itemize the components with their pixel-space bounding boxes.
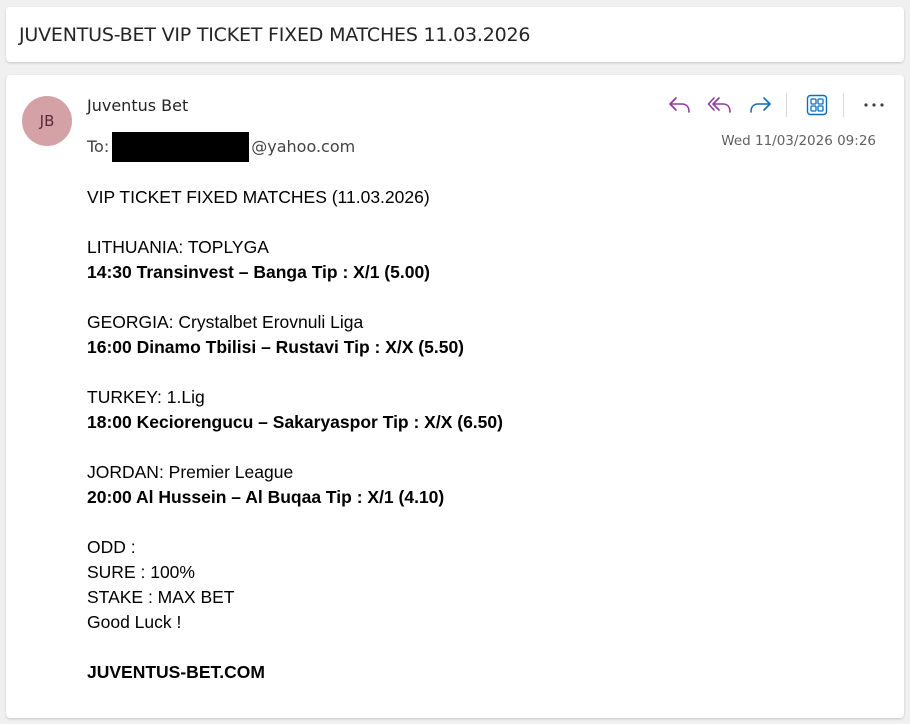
- match-pick: 20:00 Al Hussein – Al Buqaa Tip : X/1 (4…: [87, 487, 445, 507]
- odd-line: ODD :: [87, 537, 136, 557]
- apps-icon: [806, 94, 828, 116]
- sure-line: SURE : 100%: [87, 562, 195, 582]
- subject-bar: JUVENTUS-BET VIP TICKET FIXED MATCHES 11…: [6, 7, 904, 62]
- message-toolbar: [656, 91, 890, 119]
- match-pick: 16:00 Dinamo Tbilisi – Rustavi Tip : X/X…: [87, 337, 465, 357]
- message-datetime: Wed 11/03/2026 09:26: [721, 133, 876, 149]
- good-luck-line: Good Luck !: [87, 612, 182, 632]
- sender-name[interactable]: Juventus Bet: [87, 96, 188, 115]
- email-subject: JUVENTUS-BET VIP TICKET FIXED MATCHES 11…: [19, 24, 531, 46]
- toolbar-divider: [786, 93, 787, 117]
- league-line: TURKEY: 1.Lig: [87, 387, 205, 407]
- toolbar-divider: [843, 93, 844, 117]
- league-line: GEORGIA: Crystalbet Erovnuli Liga: [87, 312, 364, 332]
- reply-button[interactable]: [664, 91, 696, 119]
- apps-button[interactable]: [801, 91, 833, 119]
- match-pick: 14:30 Transinvest – Banga Tip : X/1 (5.0…: [87, 262, 431, 282]
- forward-button[interactable]: [744, 91, 776, 119]
- reply-all-icon: [707, 97, 731, 113]
- recipient-domain[interactable]: @yahoo.com: [251, 137, 355, 156]
- reply-icon: [669, 97, 690, 113]
- more-actions-button[interactable]: [858, 91, 890, 119]
- to-label: To:: [87, 136, 110, 156]
- body-heading: VIP TICKET FIXED MATCHES (11.03.2026): [87, 187, 430, 207]
- forward-icon: [750, 97, 771, 113]
- reply-all-button[interactable]: [704, 91, 736, 119]
- message-body: VIP TICKET FIXED MATCHES (11.03.2026) LI…: [87, 185, 867, 685]
- avatar-initials: JB: [39, 112, 55, 130]
- league-line: JORDAN: Premier League: [87, 462, 294, 482]
- signature: JUVENTUS-BET.COM: [87, 662, 265, 682]
- recipient-line: To: @yahoo.com: [87, 131, 355, 162]
- redacted-recipient: [112, 132, 250, 162]
- more-icon: [864, 103, 884, 107]
- match-pick: 18:00 Keciorengucu – Sakaryaspor Tip : X…: [87, 412, 503, 432]
- avatar[interactable]: JB: [22, 96, 72, 146]
- league-line: LITHUANIA: TOPLYGA: [87, 237, 269, 257]
- stake-line: STAKE : MAX BET: [87, 587, 235, 607]
- message-card: JB Juventus Bet To: @yahoo.com Wed 11/03…: [6, 75, 904, 718]
